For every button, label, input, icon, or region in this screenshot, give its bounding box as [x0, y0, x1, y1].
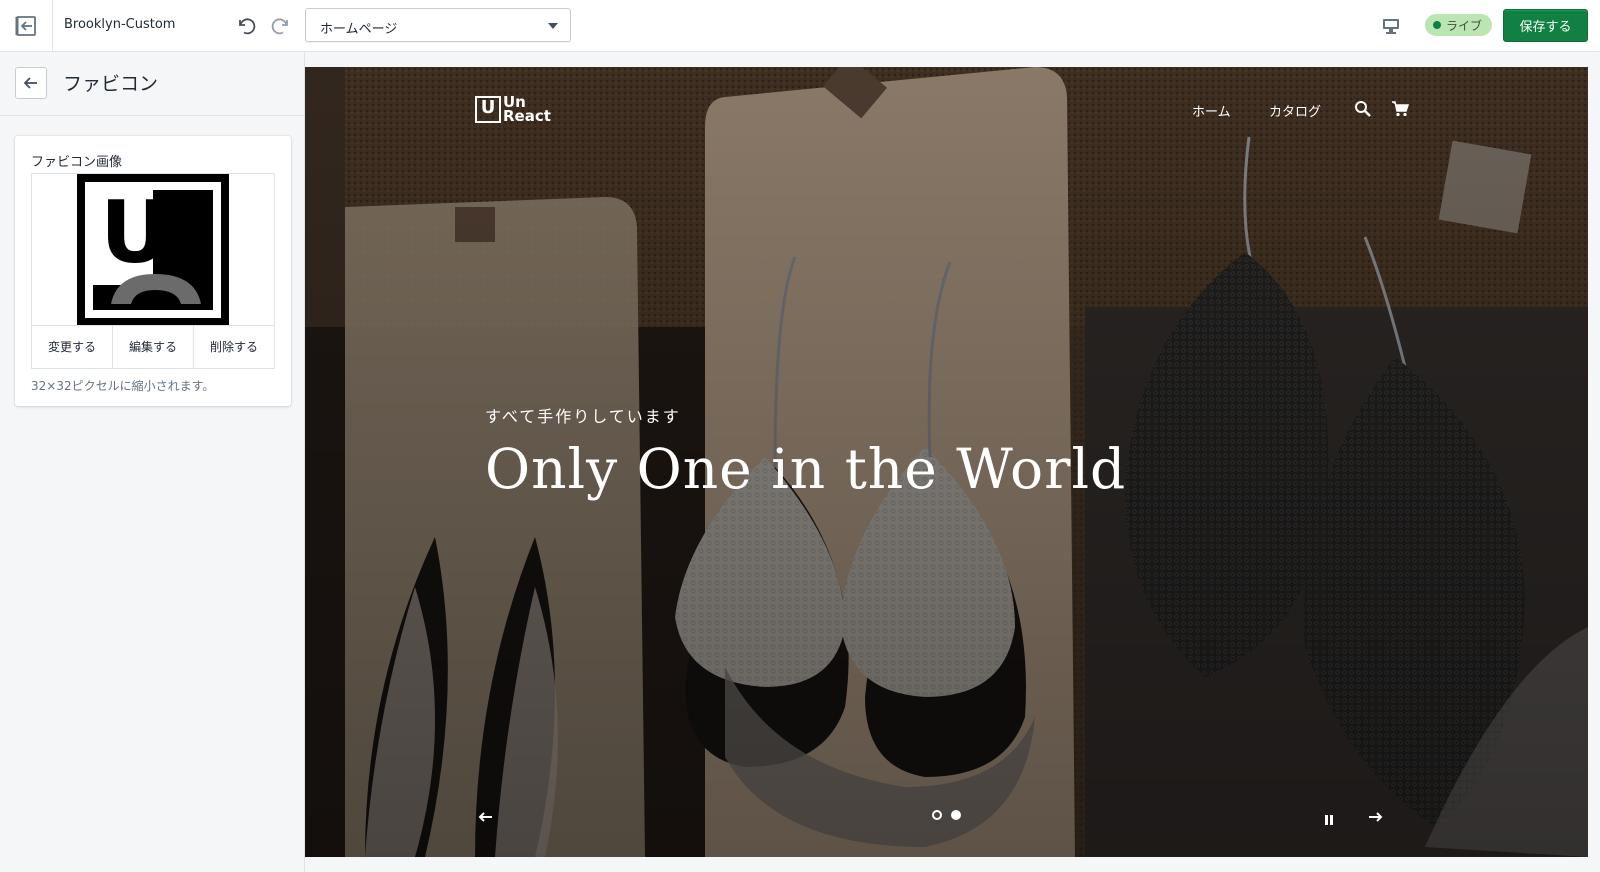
search-button[interactable]: [1354, 100, 1372, 122]
favicon-label: ファビコン画像: [31, 155, 123, 170]
live-dot-icon: [1433, 21, 1441, 29]
store-preview: U Un React ホーム カタログ すべて手作りしています Only One…: [305, 67, 1588, 857]
slide-prev-button[interactable]: [478, 809, 494, 829]
favicon-image-box: U: [31, 173, 275, 326]
redo-icon: [271, 18, 288, 35]
favicon-actions: 変更する 編集する 削除する: [31, 325, 275, 369]
svg-text:U: U: [100, 183, 170, 283]
edit-image-button[interactable]: 編集する: [113, 326, 194, 368]
cart-icon: [1392, 101, 1410, 117]
delete-image-button[interactable]: 削除する: [194, 326, 274, 368]
desktop-icon: [1383, 19, 1399, 34]
favicon-image: U: [77, 174, 229, 326]
live-status-badge: ライブ: [1425, 14, 1493, 36]
sidebar-title: ファビコン: [63, 73, 159, 95]
slide-subtitle: すべて手作りしています: [485, 407, 681, 426]
slide-dots: [932, 810, 961, 820]
search-icon: [1355, 101, 1371, 117]
chevron-down-icon: [548, 23, 558, 29]
cart-button[interactable]: [1391, 100, 1410, 122]
top-bar: Brooklyn-Custom ホームページ ライブ 保存する: [0, 0, 1600, 52]
preview-bottom-margin: [305, 857, 1600, 872]
slide-pause-button[interactable]: [1320, 811, 1338, 829]
change-image-button[interactable]: 変更する: [32, 326, 113, 368]
page-selector[interactable]: ホームページ: [305, 8, 571, 42]
undo-button[interactable]: [233, 13, 259, 39]
nav-home-link[interactable]: ホーム: [1192, 101, 1231, 120]
favicon-card: ファビコン画像 U 変更する 編集する 削除する 32×32ピクセルに縮小されま…: [15, 136, 291, 406]
store-logo[interactable]: U Un React: [475, 95, 551, 125]
arrow-left-icon: [478, 812, 492, 822]
logo-text: Un React: [503, 95, 551, 125]
theme-name: Brooklyn-Custom: [64, 17, 176, 32]
desktop-view-button[interactable]: [1378, 13, 1404, 39]
arrow-left-icon: [23, 77, 37, 89]
redo-button[interactable]: [268, 13, 294, 39]
exit-editor-button[interactable]: [0, 0, 53, 52]
page-selector-value: ホームページ: [320, 22, 398, 37]
sidebar-header: ファビコン: [0, 52, 305, 116]
live-label: ライブ: [1446, 18, 1483, 33]
nav-catalog-link[interactable]: カタログ: [1269, 101, 1321, 120]
undo-icon: [239, 18, 256, 35]
back-button[interactable]: [15, 67, 47, 99]
logo-mark: U: [475, 95, 501, 123]
arrow-right-icon: [1369, 812, 1383, 822]
pause-icon: [1325, 815, 1333, 825]
slide-next-button[interactable]: [1367, 809, 1383, 829]
logo-line2: React: [503, 107, 551, 125]
save-button[interactable]: 保存する: [1503, 9, 1588, 42]
favicon-help-text: 32×32ピクセルに縮小されます。: [31, 379, 215, 393]
sidebar: ファビコン ファビコン画像 U 変更する 編集する 削除する 32×32ピクセル…: [0, 52, 305, 872]
exit-icon: [15, 16, 36, 36]
slide-dot-1[interactable]: [932, 810, 942, 820]
slide-dot-2[interactable]: [951, 810, 961, 820]
slide-headline: Only One in the World: [485, 437, 1127, 501]
